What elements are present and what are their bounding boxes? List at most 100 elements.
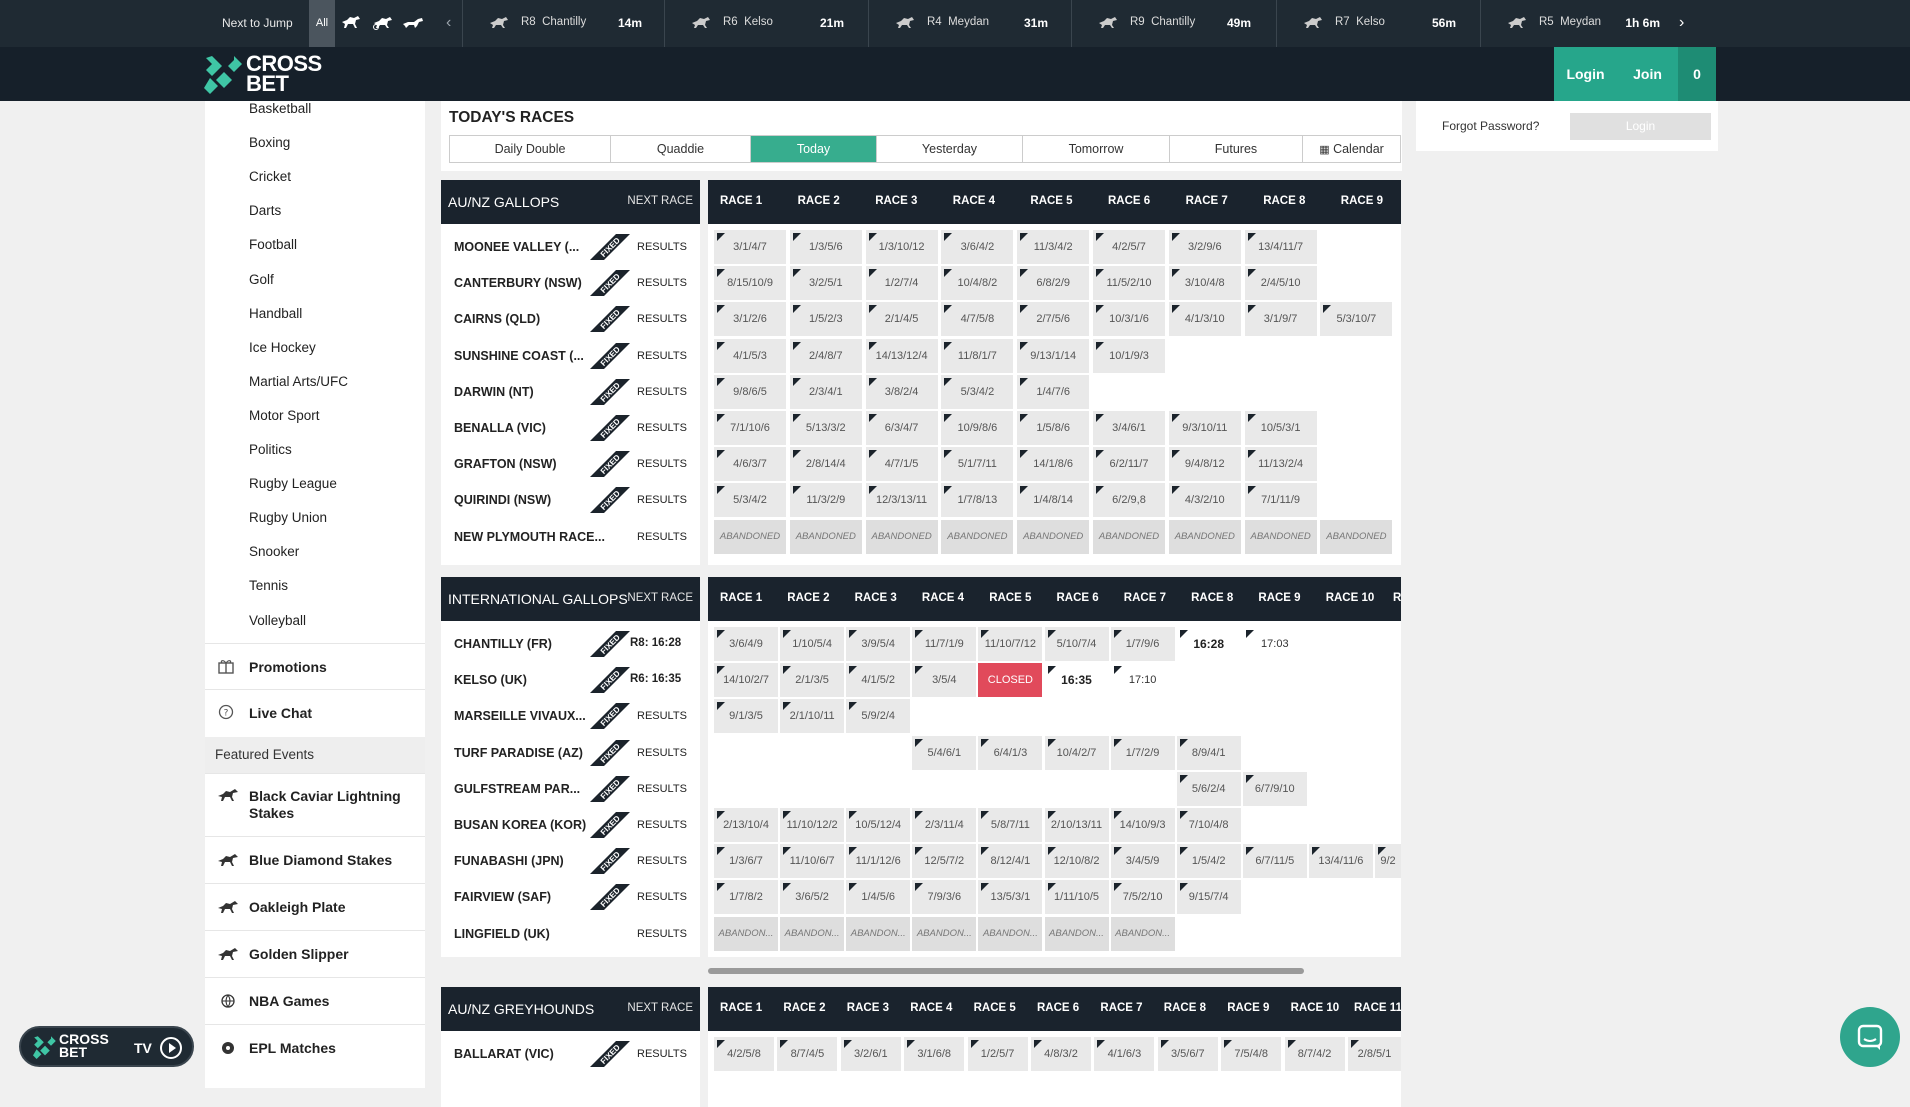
result-cell[interactable]: 13/4/11/7 xyxy=(1244,230,1317,264)
result-cell[interactable]: 8/12/4/1 xyxy=(978,844,1043,879)
race-column-label[interactable]: RACE 3 xyxy=(855,592,897,604)
result-cell[interactable]: 5/10/7/4 xyxy=(1044,627,1109,661)
result-cell[interactable]: 3/10/4/8 xyxy=(1168,266,1241,301)
race-column-label[interactable]: RACE 2 xyxy=(798,195,840,207)
results-link[interactable]: RESULTS xyxy=(637,386,687,398)
result-cell[interactable]: 10/4/8/2 xyxy=(941,266,1014,301)
race-column-label[interactable]: RACE 8 xyxy=(1191,592,1233,604)
results-link[interactable]: RESULTS xyxy=(637,422,687,434)
result-cell[interactable]: 2/3/4/1 xyxy=(789,374,862,409)
venue-name[interactable]: FAIRVIEW (SAF) xyxy=(454,890,551,904)
result-cell[interactable]: 9/2 xyxy=(1375,844,1401,879)
race-column-label[interactable]: RACE 3 xyxy=(875,195,917,207)
result-cell[interactable]: 11/3/4/2 xyxy=(1017,230,1090,264)
result-cell[interactable]: 1/5/4/2 xyxy=(1176,844,1241,879)
tab-futures[interactable]: Futures xyxy=(1170,136,1303,162)
abandoned-cell[interactable]: ABANDONED xyxy=(1168,519,1241,554)
harness-racing-filter-icon[interactable] xyxy=(372,14,394,30)
venue-name[interactable]: KELSO (UK) xyxy=(454,673,527,687)
results-link[interactable]: RESULTS xyxy=(637,747,687,759)
result-cell[interactable]: 16:35 xyxy=(1044,663,1109,698)
result-cell[interactable]: 10/5/12/4 xyxy=(846,808,911,842)
venue-name[interactable]: CHANTILLY (FR) xyxy=(454,637,552,651)
results-link[interactable]: RESULTS xyxy=(637,531,687,543)
result-cell[interactable]: 10/4/2/7 xyxy=(1044,735,1109,770)
result-cell[interactable]: 10/5/3/1 xyxy=(1244,411,1317,445)
venue-name[interactable]: BUSAN KOREA (KOR) xyxy=(454,818,586,832)
result-cell[interactable]: 9/8/6/5 xyxy=(714,374,786,409)
sidebar-sport-link[interactable]: Basketball xyxy=(249,101,311,116)
filter-all-button[interactable]: All xyxy=(309,0,335,47)
venue-name[interactable]: DARWIN (NT) xyxy=(454,385,534,399)
result-cell[interactable]: 2/8/14/4 xyxy=(789,447,862,482)
abandoned-cell[interactable]: ABANDONED xyxy=(1017,519,1090,554)
result-cell[interactable]: 3/9/5/4 xyxy=(846,627,911,661)
result-cell[interactable]: 2/4/8/7 xyxy=(789,338,862,373)
results-link[interactable]: RESULTS xyxy=(637,458,687,470)
tab-yesterday[interactable]: Yesterday xyxy=(877,136,1023,162)
venue-name[interactable]: CANTERBURY (NSW) xyxy=(454,276,582,290)
sidebar-sport-link[interactable]: Darts xyxy=(249,203,281,218)
result-cell[interactable]: 4/2/5/8 xyxy=(714,1037,774,1071)
result-cell[interactable]: 9/1/3/5 xyxy=(714,699,778,734)
sidebar-sport-link[interactable]: Motor Sport xyxy=(249,408,320,423)
result-cell[interactable]: 1/7/2/9 xyxy=(1110,735,1175,770)
result-cell[interactable]: 9/3/10/11 xyxy=(1168,411,1241,445)
result-cell[interactable]: 7/9/3/6 xyxy=(912,880,977,915)
result-cell[interactable]: 4/1/5/3 xyxy=(714,338,786,373)
featured-event-item[interactable]: EPL Matches xyxy=(205,1024,425,1071)
jump-item[interactable]: R6 Kelso 21m xyxy=(664,0,866,47)
race-column-label[interactable]: RACE 1 xyxy=(720,592,762,604)
result-cell[interactable]: 13/4/11/6 xyxy=(1308,844,1373,879)
result-cell[interactable]: 6/2/9,8 xyxy=(1093,483,1165,518)
abandoned-cell[interactable]: ABANDONED xyxy=(1320,519,1393,554)
results-link[interactable]: RESULTS xyxy=(637,241,687,253)
result-cell[interactable]: 11/7/1/9 xyxy=(912,627,977,661)
venue-name[interactable]: GRAFTON (NSW) xyxy=(454,457,557,471)
result-cell[interactable]: 11/1/12/6 xyxy=(846,844,911,879)
race-column-label[interactable]: RACE 7 xyxy=(1100,1002,1142,1014)
race-column-label[interactable]: RACE 6 xyxy=(1108,195,1150,207)
abandoned-cell[interactable]: ABANDON... xyxy=(714,916,778,951)
featured-event-item[interactable]: Blue Diamond Stakes xyxy=(205,836,425,883)
venue-name[interactable]: NEW PLYMOUTH RACE... xyxy=(454,530,605,544)
result-cell[interactable]: 7/5/2/10 xyxy=(1110,880,1175,915)
result-cell[interactable]: 3/5/6/7 xyxy=(1157,1037,1218,1071)
sidebar-item-live-chat[interactable]: ? Live Chat xyxy=(205,689,425,735)
result-cell[interactable]: 11/13/2/4 xyxy=(1244,447,1317,482)
venue-name[interactable]: QUIRINDI (NSW) xyxy=(454,493,551,507)
result-cell[interactable]: 4/2/5/7 xyxy=(1093,230,1165,264)
result-cell[interactable]: 2/1/10/11 xyxy=(780,699,845,734)
venue-name[interactable]: MOONEE VALLEY (... xyxy=(454,240,579,254)
result-cell[interactable]: 1/5/2/3 xyxy=(789,302,862,337)
venue-name[interactable]: CAIRNS (QLD) xyxy=(454,312,540,326)
abandoned-cell[interactable]: ABANDON... xyxy=(978,916,1043,951)
scroll-left-chevron-icon[interactable]: ‹ xyxy=(446,14,451,32)
venue-name[interactable]: MARSEILLE VIVAUX... xyxy=(454,709,586,723)
race-column-label[interactable]: RACE 8 xyxy=(1263,195,1305,207)
scroll-right-chevron-icon[interactable]: › xyxy=(1679,14,1684,32)
result-cell[interactable]: 10/9/8/6 xyxy=(941,411,1014,445)
venue-name[interactable]: BALLARAT (VIC) xyxy=(454,1047,554,1061)
race-column-label[interactable]: RACE 4 xyxy=(910,1002,952,1014)
race-column-label[interactable]: RACE 5 xyxy=(974,1002,1016,1014)
result-cell[interactable]: 4/6/3/7 xyxy=(714,447,786,482)
result-cell[interactable]: 3/1/6/8 xyxy=(904,1037,965,1071)
result-cell[interactable]: 8/9/4/1 xyxy=(1176,735,1241,770)
race-column-label[interactable]: RACE 4 xyxy=(953,195,995,207)
jump-item[interactable]: R4 Meydan 31m xyxy=(868,0,1070,47)
sidebar-sport-link[interactable]: Football xyxy=(249,237,297,252)
race-column-label[interactable]: RACE 3 xyxy=(847,1002,889,1014)
result-cell[interactable]: 3/8/2/4 xyxy=(865,374,938,409)
result-cell[interactable]: 14/13/12/4 xyxy=(865,338,938,373)
results-link[interactable]: RESULTS xyxy=(637,819,687,831)
result-cell[interactable]: 17:03 xyxy=(1242,627,1307,661)
result-cell[interactable]: 3/5/4 xyxy=(912,663,977,698)
race-column-label[interactable]: RACE 9 xyxy=(1341,195,1383,207)
featured-event-item[interactable]: Black Caviar Lightning Stakes xyxy=(205,773,425,836)
result-cell[interactable]: 1/7/9/6 xyxy=(1110,627,1175,661)
result-cell[interactable]: 2/8/5/1 xyxy=(1348,1037,1401,1071)
race-column-label[interactable]: RACE 10 xyxy=(1326,592,1375,604)
race-column-label[interactable]: RACE 8 xyxy=(1164,1002,1206,1014)
results-link[interactable]: RESULTS xyxy=(637,1048,687,1060)
